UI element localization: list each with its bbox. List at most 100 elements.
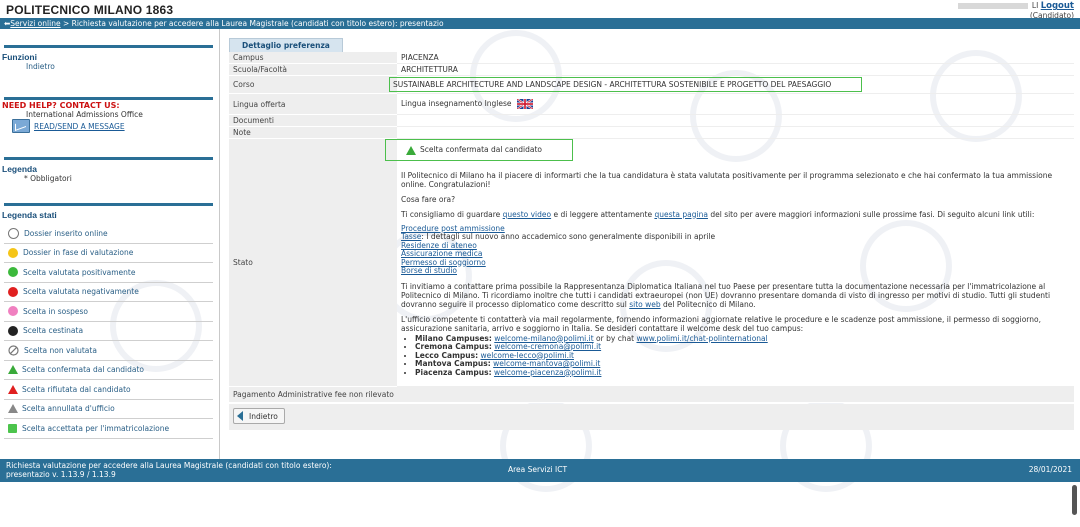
footer-left: Richiesta valutazione per accedere alla … — [6, 461, 332, 479]
triangle-gray-icon — [8, 404, 18, 414]
circle-red-icon — [8, 286, 18, 297]
actions-bar: Indietro — [229, 404, 1074, 430]
table-row: Campus PIACENZA — [229, 52, 1074, 64]
help-message-row: READ/SEND A MESSAGE — [0, 119, 219, 133]
corso-cell: SUSTAINABLE ARCHITECTURE AND LANDSCAPE D… — [389, 75, 1074, 94]
circle-green-icon — [8, 267, 18, 278]
help-office: International Admissions Office — [26, 110, 143, 119]
square-green-icon — [8, 423, 17, 433]
indietro-button[interactable]: Indietro — [233, 408, 285, 424]
detail-table: Campus PIACENZA Scuola/Facoltà ARCHITETT… — [229, 52, 1074, 403]
tasse-link[interactable]: Tasse — [401, 232, 421, 241]
useful-links: Procedure post ammissione Tasse: I detta… — [401, 224, 1070, 276]
stato-label: Scelta accettata per l'immatricolazione — [22, 423, 170, 433]
chevron-left-icon — [237, 411, 243, 421]
residenze-link[interactable]: Residenze di ateneo — [401, 241, 1070, 251]
table-row: Stato Scelta confermata dal candidato Il… — [229, 138, 1074, 387]
permesso-link[interactable]: Permesso di soggiorno — [401, 258, 1070, 268]
borse-link[interactable]: Borse di studio — [401, 266, 1070, 276]
circle-pink-icon — [8, 306, 18, 317]
legenda-title: Legenda — [2, 164, 37, 174]
pagamento-notice: Pagamento Administrative fee non rilevat… — [229, 386, 1074, 403]
triangle-red-icon — [8, 384, 18, 394]
tasse-row: Tasse: I dettagli sul nuovo anno accadem… — [401, 232, 716, 241]
campus-list: Milano Campuses: welcome-milano@polimi.i… — [415, 334, 1070, 378]
stato-label: Scelta cestinata — [23, 326, 84, 336]
breadcrumb-home-link[interactable]: Servizi online — [10, 19, 60, 28]
lingua-value: Lingua insegnamento Inglese — [401, 99, 512, 108]
list-item: Scelta valutata positivamente — [4, 263, 213, 283]
circle-yellow-icon — [8, 247, 18, 258]
legenda-stati-title: Legenda stati — [2, 210, 57, 220]
list-item: Scelta annullata d'ufficio — [4, 400, 213, 419]
list-item: Scelta accettata per l'immatricolazione — [4, 419, 213, 439]
logout-link[interactable]: Logout — [1041, 1, 1074, 11]
funzioni-title: Funzioni — [2, 52, 37, 62]
sito-web-link[interactable]: sito web — [629, 300, 660, 309]
stato-label: Scelta annullata d'ufficio — [22, 404, 115, 414]
tab-dettaglio-preferenza[interactable]: Dettaglio preferenza — [229, 38, 343, 52]
table-row: Corso SUSTAINABLE ARCHITECTURE AND LANDS… — [229, 75, 1074, 94]
list-item: Dossier in fase di valutazione — [4, 244, 213, 263]
list-item: Piacenza Campus: welcome-piacenza@polimi… — [415, 368, 1070, 378]
scuola-label: Scuola/Facoltà — [229, 63, 397, 76]
assicurazione-link[interactable]: Assicurazione medica — [401, 249, 1070, 259]
list-item: Scelta valutata negativamente — [4, 283, 213, 302]
mail-icon — [12, 119, 30, 133]
table-row: Scuola/Facoltà ARCHITETTURA — [229, 63, 1074, 76]
uk-flag-icon — [516, 99, 533, 109]
campus-value: PIACENZA — [397, 52, 1074, 64]
circle-slash-icon — [8, 345, 19, 356]
table-row: Lingua offerta Lingua insegnamento Ingle… — [229, 93, 1074, 115]
circle-black-icon — [8, 325, 18, 336]
stato-paragraph: Ti consigliamo di guardare questo video … — [401, 209, 1035, 219]
read-send-message-link[interactable]: READ/SEND A MESSAGE — [34, 122, 125, 131]
brand-logo: POLITECNICO MILANO 1863 — [6, 3, 174, 17]
stato-paragraph: Ti invitiamo a contattare prima possibil… — [401, 281, 1051, 309]
documenti-value — [397, 114, 1074, 127]
main-content: Dettaglio preferenza Campus PIACENZA Scu… — [229, 38, 1074, 430]
table-row: Note — [229, 126, 1074, 139]
table-row: Documenti — [229, 114, 1074, 127]
stato-label: Scelta in sospeso — [23, 306, 88, 316]
circle-empty-icon — [8, 227, 19, 239]
scuola-value: ARCHITETTURA — [397, 63, 1074, 76]
campus-email-link[interactable]: welcome-piacenza@polimi.it — [494, 368, 601, 377]
footer-center: Area Servizi ICT — [508, 465, 568, 474]
stato-paragraph: Il Politecnico di Milano ha il piacere d… — [401, 170, 1053, 189]
scrollbar-thumb[interactable] — [1072, 485, 1077, 515]
breadcrumb-separator: > — [60, 19, 72, 28]
list-item: Scelta rifiutata dal candidato — [4, 380, 213, 400]
sidebar: Funzioni Indietro NEED HELP? CONTACT US:… — [0, 29, 220, 459]
footer: Richiesta valutazione per accedere alla … — [0, 459, 1080, 482]
user-name-redacted — [957, 3, 1028, 9]
questa-pagina-link[interactable]: questa pagina — [654, 210, 708, 219]
table-row: Pagamento Administrative fee non rilevat… — [229, 386, 1074, 403]
status-text: Scelta confermata dal candidato — [420, 145, 543, 154]
list-item: Scelta in sospeso — [4, 302, 213, 322]
status-badge: Scelta confermata dal candidato — [385, 139, 574, 161]
note-value — [397, 126, 1074, 139]
stato-label: Scelta rifiutata dal candidato — [22, 384, 131, 394]
corso-value: SUSTAINABLE ARCHITECTURE AND LANDSCAPE D… — [389, 77, 863, 92]
legenda-item: * Obbligatori — [24, 174, 72, 183]
stato-label: Stato — [229, 138, 397, 387]
legenda-stati-list: Dossier inserito online Dossier in fase … — [4, 224, 213, 439]
note-label: Note — [229, 126, 397, 139]
lingua-label: Lingua offerta — [229, 93, 397, 115]
stato-label: Scelta non valutata — [24, 345, 97, 355]
triangle-green-icon — [406, 145, 416, 155]
help-title: NEED HELP? CONTACT US: — [2, 101, 120, 110]
list-item: Scelta non valutata — [4, 341, 213, 361]
list-item: Dossier inserito online — [4, 224, 213, 244]
lingua-cell: Lingua insegnamento Inglese — [397, 93, 1074, 115]
triangle-green-icon — [8, 365, 18, 375]
list-item: Scelta cestinata — [4, 322, 213, 341]
questo-video-link[interactable]: questo video — [503, 210, 551, 219]
stato-paragraph: L'ufficio competente ti contatterà via m… — [401, 314, 1041, 333]
indietro-button-label: Indietro — [249, 411, 278, 421]
chat-link[interactable]: www.polimi.it/chat-polinternational — [637, 334, 768, 343]
top-header: POLITECNICO MILANO 1863 LI Logout (Candi… — [0, 0, 1080, 20]
sidebar-item-indietro[interactable]: Indietro — [0, 62, 219, 71]
stato-label: Scelta valutata negativamente — [23, 287, 139, 297]
